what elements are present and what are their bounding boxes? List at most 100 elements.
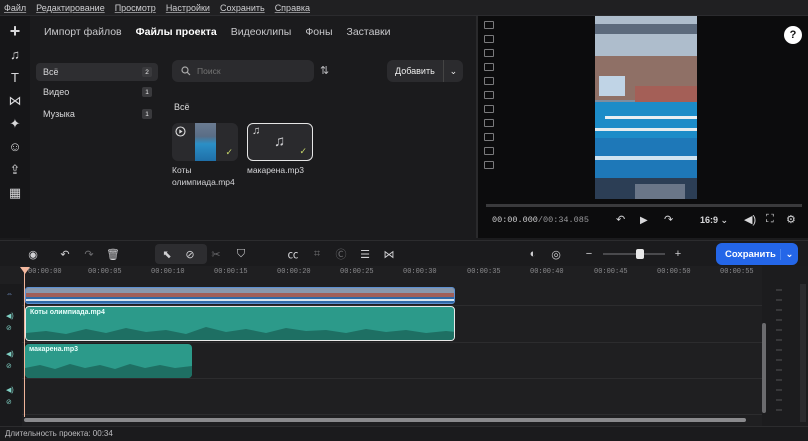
- volume-meter-scale: [776, 284, 806, 422]
- status-bar: Длительность проекта: 00:34: [0, 426, 808, 441]
- captions-icon[interactable]: ㏄: [284, 246, 302, 262]
- fullscreen-icon[interactable]: ⛶: [766, 213, 774, 226]
- track-controls: ⇔ ◀) ⊘ ◀) ⊘ ◀) ⊘: [0, 284, 22, 426]
- audio-track-3-volume-icon[interactable]: ◀): [6, 386, 14, 394]
- menu-view[interactable]: Просмотр: [115, 3, 156, 13]
- ruler-label: 00:00:25: [340, 268, 374, 276]
- audio-clip-video-sound[interactable]: Коты олимпиада.mp4: [25, 306, 455, 341]
- select-cursor-icon[interactable]: ⬉: [158, 246, 176, 262]
- more-tools-icon[interactable]: ▦: [4, 183, 26, 202]
- speed-icon[interactable]: Ⓒ: [332, 246, 350, 262]
- clip-name: Коты олимпиада.mp4: [30, 309, 105, 316]
- category-video[interactable]: Видео 1: [36, 83, 158, 101]
- media-library: Импорт файлов Файлы проекта Видеоклипы Ф…: [30, 16, 476, 238]
- aspect-ratio-select[interactable]: 16:9 ⌄: [700, 215, 728, 226]
- ruler-label: 00:00:00: [28, 268, 62, 276]
- add-button[interactable]: Добавить ⌄: [387, 60, 463, 82]
- category-music[interactable]: Музыка 1: [36, 105, 158, 123]
- tab-backgrounds[interactable]: Фоны: [305, 26, 332, 38]
- snap-icon[interactable]: ◎: [547, 246, 565, 262]
- volume-icon[interactable]: ◀): [744, 213, 756, 226]
- preview-progress-bar[interactable]: [486, 204, 802, 207]
- project-duration: Длительность проекта: 00:34: [5, 429, 113, 438]
- zoom-out-icon[interactable]: −: [580, 246, 598, 262]
- record-icon[interactable]: ◉: [24, 246, 42, 262]
- save-button[interactable]: Сохранить ⌄: [716, 243, 798, 265]
- search-input[interactable]: [197, 66, 307, 76]
- zoom-in-icon[interactable]: +: [669, 246, 687, 262]
- help-button[interactable]: ?: [784, 26, 802, 44]
- video-frame: [595, 16, 697, 199]
- menu-help[interactable]: Справка: [275, 3, 310, 13]
- audio-track-1-volume-icon[interactable]: ◀): [6, 312, 14, 320]
- effects-icon[interactable]: ✦: [4, 114, 26, 133]
- search-box[interactable]: [172, 60, 314, 82]
- audio-track-3-link-icon[interactable]: ⊘: [6, 398, 12, 406]
- transitions-icon[interactable]: ⋈: [4, 91, 26, 110]
- tab-project-files[interactable]: Файлы проекта: [136, 26, 217, 38]
- export-icon[interactable]: ⇪: [4, 160, 26, 179]
- ruler-label: 00:00:10: [151, 268, 185, 276]
- time-ruler[interactable]: 00:00:00 00:00:05 00:00:10 00:00:15 00:0…: [22, 266, 762, 284]
- adjust-icon[interactable]: ☰: [356, 246, 374, 262]
- menu-save[interactable]: Сохранить: [220, 3, 265, 13]
- video-clip[interactable]: [25, 287, 455, 304]
- timeline-horizontal-scrollbar[interactable]: [24, 418, 746, 422]
- playhead[interactable]: [24, 267, 25, 417]
- ruler-label: 00:00:55: [720, 268, 754, 276]
- tab-videoclips[interactable]: Видеоклипы: [231, 26, 292, 38]
- menu-edit[interactable]: Редактирование: [36, 3, 105, 13]
- left-toolbar: + ♫ T ⋈ ✦ ☺ ⇪ ▦: [0, 16, 30, 238]
- add-icon[interactable]: +: [4, 21, 26, 41]
- video-track-link-icon[interactable]: ⇔: [6, 291, 13, 298]
- marker-icon[interactable]: ⛉: [232, 246, 250, 262]
- category-all[interactable]: Всё 2: [36, 63, 158, 81]
- ruler-label: 00:00:45: [594, 268, 628, 276]
- imported-check-icon: ✓: [225, 147, 233, 157]
- sort-icon[interactable]: ⇅: [320, 64, 329, 77]
- tab-intros[interactable]: Заставки: [347, 26, 391, 38]
- media-caption: Коты олимпиада.mp4: [172, 164, 235, 188]
- ruler-label: 00:00:30: [403, 268, 437, 276]
- ruler-label: 00:00:40: [530, 268, 564, 276]
- cut-icon[interactable]: ✂: [207, 246, 225, 262]
- play-icon[interactable]: ▶: [640, 215, 648, 226]
- settings-gear-icon[interactable]: ⚙: [786, 213, 796, 226]
- menu-file[interactable]: Файл: [4, 3, 26, 13]
- stickers-icon[interactable]: ☺: [4, 137, 26, 156]
- audio-type-icon: ♫: [252, 125, 261, 137]
- audio-track-2-volume-icon[interactable]: ◀): [6, 350, 14, 358]
- undo-icon[interactable]: ↶: [56, 246, 74, 262]
- audio-track-2-link-icon[interactable]: ⊘: [6, 362, 12, 370]
- music-icon[interactable]: ♫: [4, 45, 26, 64]
- transition-icon[interactable]: ⋈: [380, 246, 398, 262]
- menu-settings[interactable]: Настройки: [166, 3, 210, 13]
- filmstrip-decoration: [484, 18, 495, 208]
- tab-import[interactable]: Импорт файлов: [44, 26, 122, 38]
- playhead-handle[interactable]: [20, 267, 30, 274]
- category-label: Музыка: [43, 109, 75, 119]
- zoom-slider-handle[interactable]: [636, 249, 644, 259]
- step-back-icon[interactable]: ↶: [616, 213, 625, 226]
- chevron-down-icon[interactable]: ⌄: [444, 66, 463, 77]
- chevron-down-icon[interactable]: ⌄: [780, 248, 798, 260]
- crop-icon[interactable]: ⌗: [308, 246, 326, 262]
- audio-detach-icon[interactable]: ◐: [524, 246, 542, 262]
- step-forward-icon[interactable]: ↷: [664, 213, 673, 226]
- volume-meter: [762, 266, 808, 426]
- media-tile-audio[interactable]: ♫ ♫ ✓: [247, 123, 313, 161]
- waveform: [25, 364, 192, 378]
- media-tile-video[interactable]: ✓: [172, 123, 238, 161]
- disable-icon[interactable]: ⊘: [181, 246, 199, 262]
- audio-clip-music[interactable]: макарена.mp3: [25, 344, 192, 378]
- text-icon[interactable]: T: [4, 68, 26, 87]
- delete-icon[interactable]: 🗑: [104, 246, 122, 262]
- redo-icon[interactable]: ↷: [80, 246, 98, 262]
- caption-line: олимпиада.mp4: [172, 177, 235, 187]
- media-caption: макарена.mp3: [247, 164, 304, 176]
- audio-track-1-link-icon[interactable]: ⊘: [6, 324, 12, 332]
- zoom-slider[interactable]: [603, 253, 665, 255]
- menu-bar: Файл Редактирование Просмотр Настройки С…: [0, 0, 808, 16]
- timeline-vertical-scrollbar[interactable]: [762, 323, 766, 413]
- timeline-toolbar: ◉ ↶ ↷ 🗑 ⬉ ⊘ ✂ ⛉ ㏄ ⌗ Ⓒ ☰ ⋈ ◐ ◎ − + Сохран…: [0, 240, 808, 266]
